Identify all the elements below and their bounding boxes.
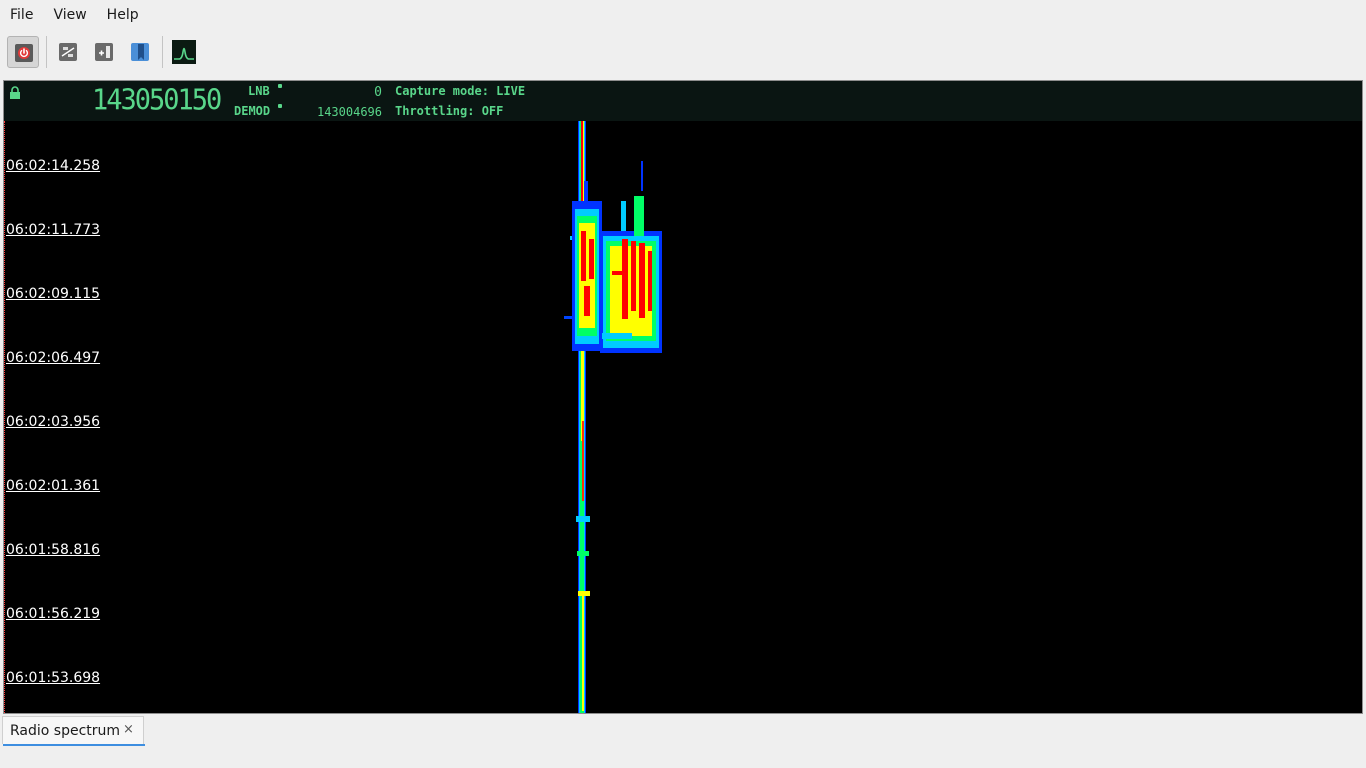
- main-frequency-display[interactable]: 143050150: [92, 86, 232, 115]
- toolbar-separator: [162, 36, 163, 68]
- waterfall-display[interactable]: [4, 121, 1362, 714]
- timestamp-label: 06:02:11.773: [6, 222, 101, 238]
- lnb-value[interactable]: 0: [304, 85, 382, 100]
- waterfall-signal: [564, 121, 662, 713]
- settings-button[interactable]: [52, 36, 84, 68]
- bookmark-button[interactable]: [124, 36, 156, 68]
- power-button[interactable]: [7, 36, 39, 68]
- timestamp-label: 06:02:09.115: [6, 286, 101, 302]
- lnb-label: LNB: [248, 84, 270, 98]
- menu-file[interactable]: File: [0, 0, 43, 30]
- tab-label: Radio spectrum: [10, 723, 121, 739]
- timestamp-label: 06:02:01.361: [6, 478, 101, 494]
- add-panel-icon: [95, 43, 113, 61]
- tab-bar: Radio spectrum ×: [0, 716, 1366, 768]
- toolbar-separator: [46, 36, 47, 68]
- throttling-status: Throttling: OFF: [395, 104, 504, 118]
- frequency-lcd: 143050150 LNB 0 DEMOD 143004696 Capture …: [4, 81, 1362, 121]
- menu-view[interactable]: View: [43, 0, 96, 30]
- active-tab-indicator: [3, 744, 145, 746]
- close-icon[interactable]: ×: [123, 722, 134, 737]
- tab-radio-spectrum[interactable]: Radio spectrum ×: [2, 716, 145, 746]
- power-icon: [15, 44, 33, 62]
- timestamp-label: 06:01:53.698: [6, 670, 101, 686]
- timestamp-label: 06:02:03.956: [6, 414, 101, 430]
- lock-icon[interactable]: [9, 86, 21, 100]
- toolbar: [0, 32, 1366, 74]
- demod-value[interactable]: 143004696: [304, 105, 382, 119]
- menu-help[interactable]: Help: [97, 0, 149, 30]
- demod-lock-indicator: [278, 104, 282, 108]
- add-panel-button[interactable]: [88, 36, 120, 68]
- timestamp-label: 06:01:58.816: [6, 542, 101, 558]
- spectrum-viewer[interactable]: 143050150 LNB 0 DEMOD 143004696 Capture …: [3, 80, 1363, 714]
- timestamp-label: 06:01:56.219: [6, 606, 101, 622]
- capture-mode-status: Capture mode: LIVE: [395, 84, 526, 98]
- timestamp-label: 06:02:06.497: [6, 350, 101, 366]
- settings-sliders-icon: [59, 43, 77, 61]
- spectrum-icon: [172, 40, 196, 64]
- menu-bar: File View Help: [0, 0, 1366, 30]
- lnb-lock-indicator: [278, 84, 282, 88]
- bookmark-icon: [131, 43, 149, 61]
- timestamp-label: 06:02:14.258: [6, 158, 101, 174]
- demod-label: DEMOD: [234, 104, 271, 118]
- spectrum-button[interactable]: [168, 36, 200, 68]
